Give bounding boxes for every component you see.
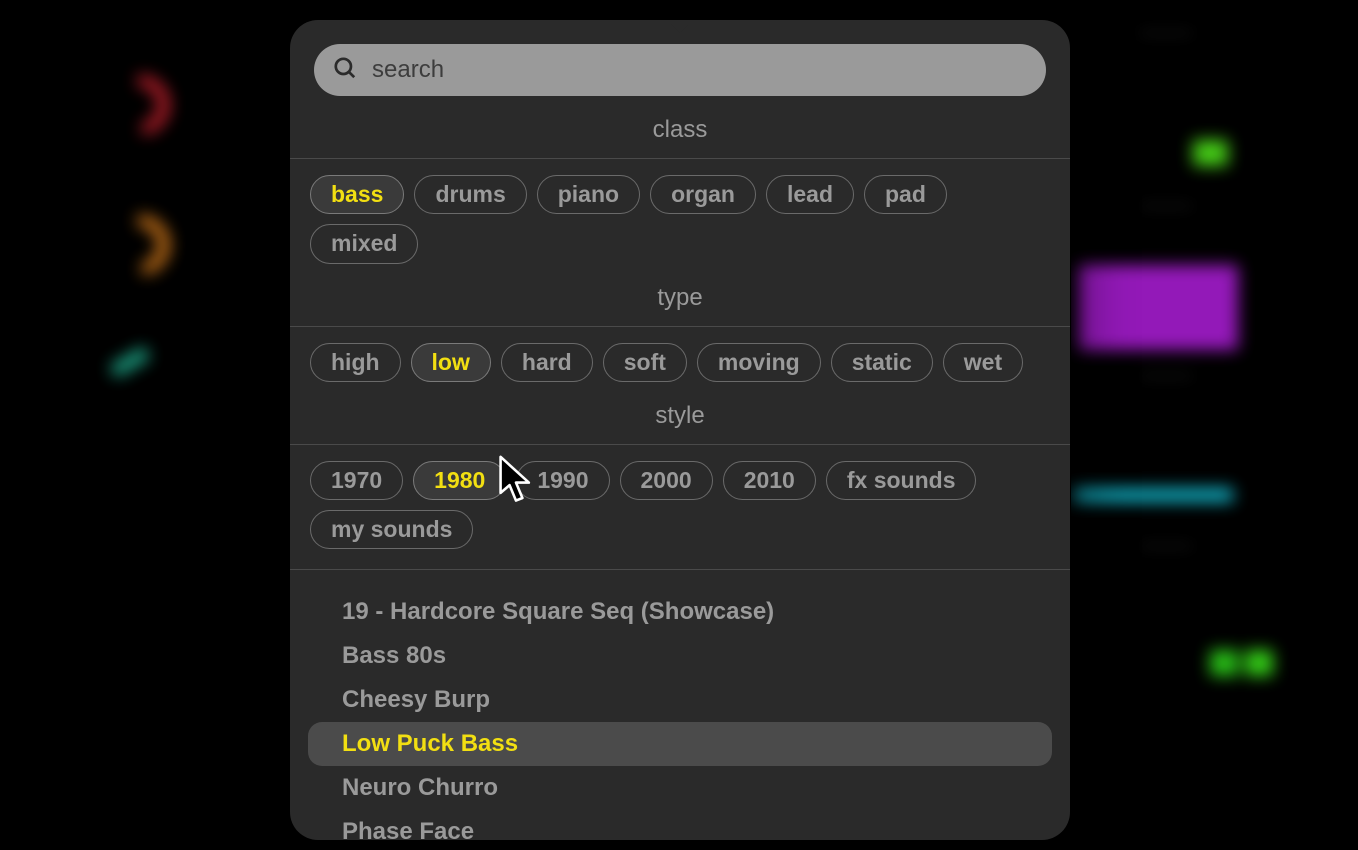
result-item[interactable]: 19 - Hardcore Square Seq (Showcase) [308,590,1052,634]
section-title-style: style [290,402,1070,430]
clip [1245,650,1273,676]
filter-pill-bass[interactable]: bass [310,175,404,214]
filter-pill-organ[interactable]: organ [650,175,756,214]
filter-pill-mixed[interactable]: mixed [310,224,418,263]
filter-pill-2000[interactable]: 2000 [620,461,713,500]
section-title-type: type [290,284,1070,312]
filter-pill-drums[interactable]: drums [414,175,526,214]
filter-pill-lead[interactable]: lead [766,175,854,214]
filter-pill-static[interactable]: static [831,343,933,382]
section-title-class: class [290,116,1070,144]
class-pills: bass drums piano organ leadpad mixed [290,175,1070,264]
search-icon [332,55,358,86]
result-item[interactable]: Bass 80s [308,634,1052,678]
preset-browser-panel: class bass drums piano organ leadpad mixed ty… [290,20,1070,840]
clip [1078,265,1238,350]
divider [290,326,1070,327]
search-input[interactable] [358,56,1028,84]
type-pills: highlowhard soft moving static wet [290,343,1070,382]
knob-icon [98,203,183,288]
clip [1210,650,1238,676]
result-item[interactable]: Cheesy Burp [308,678,1052,722]
filter-pill-piano[interactable]: piano [537,175,640,214]
knob-icon [98,63,183,148]
filter-pill-high[interactable]: high [310,343,401,382]
filter-pill-pad[interactable]: pad [864,175,947,214]
wave-icon [109,346,151,378]
divider [290,444,1070,445]
filter-pill-moving[interactable]: moving [697,343,821,382]
results-list: 19 - Hardcore Square Seq (Showcase)Bass … [290,586,1070,840]
clip [1073,488,1233,502]
filter-pill-fx-sounds[interactable]: fx sounds [826,461,977,500]
filter-pill-hard[interactable]: hard [501,343,593,382]
divider [290,158,1070,159]
result-item[interactable]: Phase Face [308,810,1052,840]
style-pills: 1970 1980 1990 2000 2010 fx sounds my sounds [290,461,1070,550]
result-item[interactable]: Low Puck Bass [308,722,1052,766]
filter-pill-2010[interactable]: 2010 [723,461,816,500]
filter-pill-my-sounds[interactable]: my sounds [310,510,473,549]
filter-pill-wet[interactable]: wet [943,343,1023,382]
filter-pill-low[interactable]: low [411,343,491,382]
divider [290,569,1070,570]
clip [1193,140,1228,166]
filter-pill-soft[interactable]: soft [603,343,687,382]
filter-pill-1970[interactable]: 1970 [310,461,403,500]
result-item[interactable]: Neuro Churro [308,766,1052,810]
filter-pill-1980[interactable]: 1980 [413,461,506,500]
filter-pill-1990[interactable]: 1990 [516,461,609,500]
search-field[interactable] [314,44,1046,96]
